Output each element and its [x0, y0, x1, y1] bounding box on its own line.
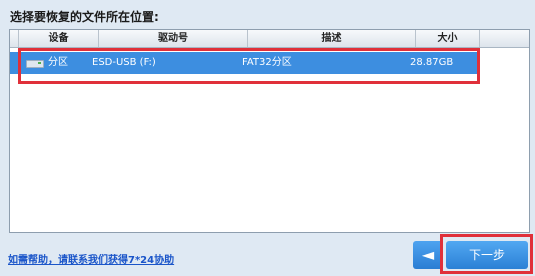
back-button[interactable]: ◄ [413, 241, 443, 269]
table-header: 设备 驱动号 描述 大小 [10, 30, 529, 48]
header-device[interactable]: 设备 [19, 30, 99, 47]
header-size[interactable]: 大小 [416, 30, 480, 47]
location-prompt: 选择要恢复的文件所在位置: [10, 10, 159, 24]
row-highlight-box [18, 48, 480, 84]
header-description[interactable]: 描述 [248, 30, 416, 47]
next-highlight-box [440, 234, 533, 274]
header-index-cell [10, 30, 19, 47]
header-drive[interactable]: 驱动号 [99, 30, 248, 47]
help-link[interactable]: 如需帮助，请联系我们获得7*24协助 [8, 251, 174, 266]
arrow-left-icon: ◄ [421, 245, 435, 264]
